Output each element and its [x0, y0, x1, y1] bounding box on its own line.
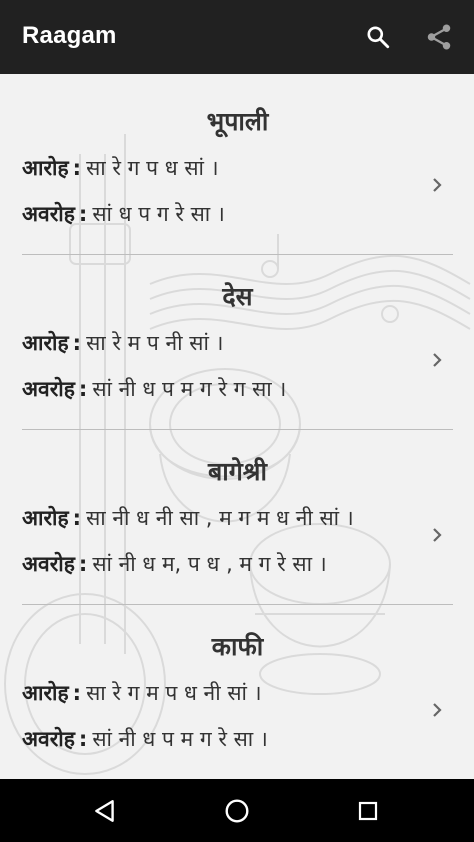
chevron-right-icon [433, 353, 442, 367]
avaroh-label: अवरोह [22, 202, 75, 226]
app-title: Raagam [22, 22, 117, 49]
raag-card-des[interactable]: देस आरोह: सा रे म प नी सां । अवरोह: सां नी… [22, 249, 453, 424]
aroh-row: आरोह: सा रे ग म प ध नी सां । [22, 679, 262, 707]
avaroh-row: अवरोह: सां नी ध प म ग रे ग सा । [22, 375, 286, 403]
aroh-label: आरोह [22, 156, 69, 180]
aroh-row: आरोह: सा रे म प नी सां । [22, 329, 224, 357]
colon: : [78, 552, 88, 576]
recent-apps-square-icon[interactable] [350, 793, 386, 829]
colon: : [78, 727, 88, 751]
aroh-notes: सा रे ग प ध सां । [86, 156, 219, 180]
aroh-row: आरोह: सा रे ग प ध सां । [22, 154, 219, 182]
raag-card-bhupali[interactable]: भूपाली आरोह: सा रे ग प ध सां । अवरोह: सां … [22, 74, 453, 249]
chevron-right-icon [433, 178, 442, 192]
home-circle-icon[interactable] [219, 793, 255, 829]
avaroh-row: अवरोह: सां नी ध म, प ध , म ग रे सा । [22, 550, 327, 578]
raag-name: देस [222, 282, 253, 311]
aroh-row: आरोह: सा नी ध नी सा , म ग म ध नी सां । [22, 504, 354, 532]
colon: : [78, 377, 88, 401]
share-icon[interactable] [422, 20, 456, 54]
avaroh-notes: सां ध प ग रे सा । [92, 202, 225, 226]
avaroh-notes: सां नी ध प म ग रे ग सा । [92, 377, 287, 401]
avaroh-row: अवरोह: सां नी ध प म ग रे सा । [22, 725, 268, 753]
raag-list[interactable]: भूपाली आरोह: सा रे ग प ध सां । अवरोह: सां … [0, 74, 474, 779]
app-bar: Raagam [0, 0, 474, 74]
back-triangle-icon[interactable] [87, 793, 123, 829]
aroh-notes: सा नी ध नी सा , म ग म ध नी सां । [86, 506, 354, 530]
aroh-label: आरोह [22, 506, 69, 530]
aroh-notes: सा रे म प नी सां । [86, 331, 224, 355]
avaroh-label: अवरोह [22, 727, 75, 751]
aroh-label: आरोह [22, 331, 69, 355]
avaroh-label: अवरोह [22, 552, 75, 576]
colon: : [72, 681, 82, 705]
avaroh-notes: सां नी ध म, प ध , म ग रे सा । [92, 552, 327, 576]
avaroh-label: अवरोह [22, 377, 75, 401]
avaroh-notes: सां नी ध प म ग रे सा । [92, 727, 268, 751]
colon: : [78, 202, 88, 226]
search-icon[interactable] [361, 20, 395, 54]
raag-name: बागेश्री [207, 457, 267, 486]
chevron-right-icon [433, 528, 442, 542]
system-navigation-bar [0, 779, 474, 842]
avaroh-row: अवरोह: सां ध प ग रे सा । [22, 200, 225, 228]
raag-name: भूपाली [206, 107, 269, 136]
chevron-right-icon [433, 703, 442, 717]
raag-card-kafi[interactable]: काफी आरोह: सा रे ग म प ध नी सां । अवरोह: स… [22, 599, 453, 774]
raag-card-bageshri[interactable]: बागेश्री आरोह: सा नी ध नी सा , म ग म ध नी… [22, 424, 453, 599]
aroh-notes: सा रे ग म प ध नी सां । [86, 681, 262, 705]
colon: : [72, 156, 82, 180]
colon: : [72, 506, 82, 530]
aroh-label: आरोह [22, 681, 69, 705]
colon: : [72, 331, 82, 355]
raag-name: काफी [211, 632, 264, 661]
